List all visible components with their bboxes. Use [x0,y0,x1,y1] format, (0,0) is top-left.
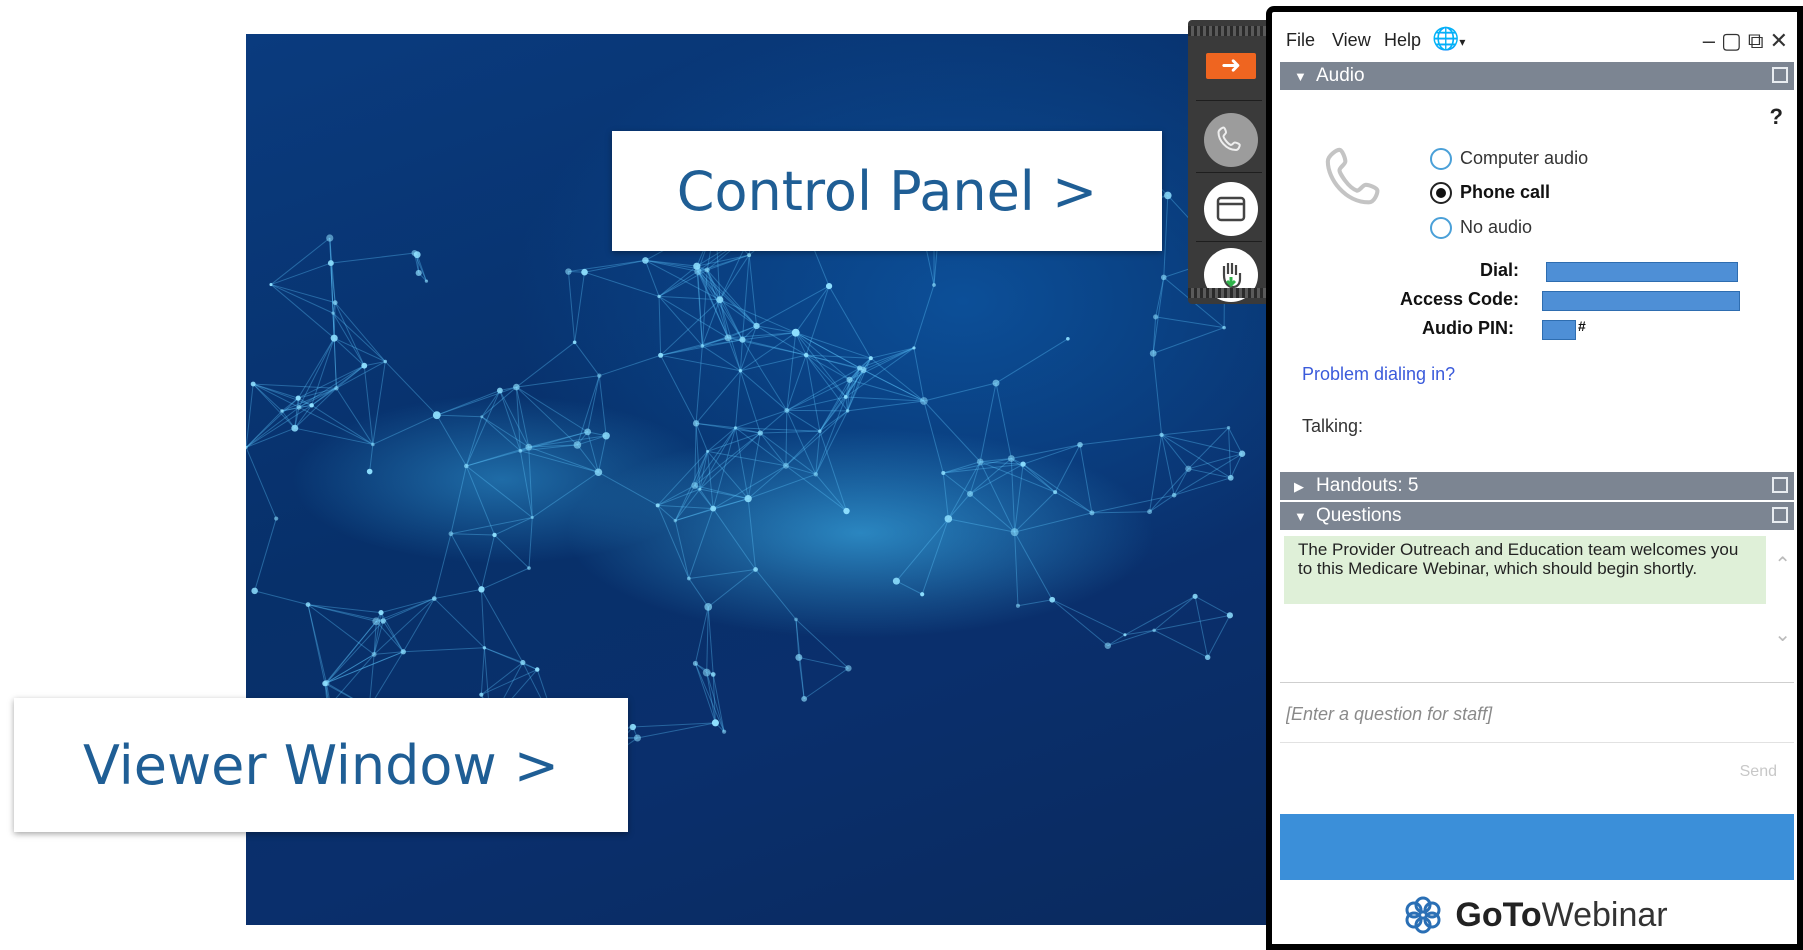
popout-icon[interactable]: ⧉ [1748,28,1770,53]
arrow-right-icon[interactable]: ➜ [1206,53,1256,79]
divider [1280,682,1794,683]
control-panel: File View Help 🌐▾ –▢⧉✕ ▼ Audio ? Computer… [1266,6,1803,950]
grab-stripe [1188,26,1270,36]
screen-icon[interactable] [1204,182,1258,236]
radio-computer-audio[interactable]: Computer audio [1430,148,1588,174]
brand-goto: GoTo [1455,895,1542,934]
dial-label: Dial: [1480,260,1520,280]
audio-pin-value [1542,320,1576,340]
talking-label: Talking: [1302,416,1364,436]
grabber-tab: ➜ [1188,20,1270,304]
pin-suffix: # [1578,318,1586,334]
radio-no-audio[interactable]: No audio [1430,217,1532,243]
questions-section-header[interactable]: ▼ Questions [1280,502,1794,530]
radio-label: Computer audio [1460,148,1589,168]
dial-number-value [1546,262,1738,282]
divider [1196,241,1262,242]
menu-bar: File View Help 🌐▾ –▢⧉✕ [1280,22,1800,56]
radio-label: No audio [1460,217,1533,237]
radio-phone-call[interactable]: Phone call [1430,182,1550,208]
menu-view[interactable]: View [1332,30,1371,51]
minimize-icon[interactable]: – [1703,28,1721,53]
divider [1280,742,1794,743]
scroll-down-icon[interactable]: ⌄ [1774,622,1791,647]
popout-icon[interactable] [1772,507,1788,523]
collapse-icon: ▼ [1294,509,1307,524]
divider [1196,172,1262,173]
divider [1196,100,1262,101]
questions-section-label: Questions [1316,505,1402,526]
gotowebinar-logo: GoTo Webinar [1272,890,1797,940]
problem-dialing-link[interactable]: Problem dialing in? [1302,364,1455,385]
menu-help[interactable]: Help [1384,30,1421,51]
phone-icon[interactable] [1204,113,1258,167]
send-button[interactable]: Send [1734,762,1783,782]
scroll-up-icon[interactable]: ⌃ [1774,552,1791,577]
brand-webinar: Webinar [1541,895,1668,934]
audio-pin-label: Audio PIN: [1422,318,1514,338]
presenter-banner [1280,814,1794,880]
control-panel-callout: Control Panel > [612,131,1162,251]
popout-icon[interactable] [1772,477,1788,493]
restore-icon[interactable]: ▢ [1721,28,1748,53]
expand-icon: ▶ [1294,479,1304,494]
help-icon[interactable]: ? [1770,104,1783,130]
radio-button[interactable] [1430,217,1452,240]
welcome-message: The Provider Outreach and Education team… [1284,536,1766,604]
phone-icon [1325,147,1380,205]
radio-button[interactable] [1430,182,1452,205]
access-code-value [1542,291,1740,311]
popout-icon[interactable] [1772,67,1788,83]
handouts-section-header[interactable]: ▶ Handouts: 5 [1280,472,1794,500]
close-icon[interactable]: ✕ [1770,28,1794,53]
menu-file[interactable]: File [1286,30,1315,51]
access-code-label: Access Code: [1400,289,1520,309]
collapse-icon: ▼ [1294,69,1307,84]
radio-label: Phone call [1460,182,1551,202]
gotowebinar-flower-icon [1405,896,1441,934]
radio-button[interactable] [1430,148,1452,171]
globe-icon[interactable]: 🌐▾ [1432,26,1465,52]
audio-section-header[interactable]: ▼ Audio [1280,62,1794,90]
viewer-window-callout: Viewer Window > [14,698,628,832]
audio-section-label: Audio [1316,65,1365,86]
question-input[interactable] [1284,688,1792,740]
window-controls: –▢⧉✕ [1703,28,1794,54]
grab-stripe [1188,288,1270,298]
handouts-section-label: Handouts: 5 [1316,475,1419,496]
